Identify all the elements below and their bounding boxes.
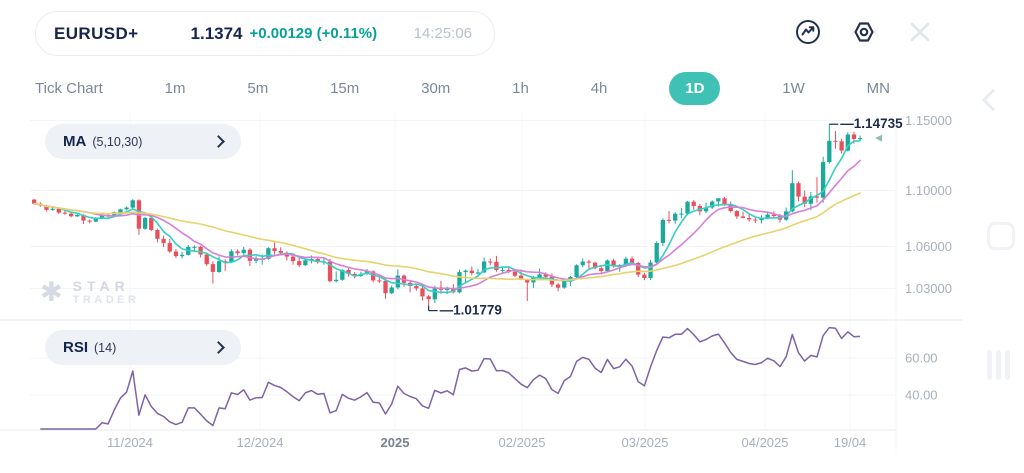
- broker-watermark: ✱ STAR TRADER: [40, 278, 139, 306]
- svg-text:40.00: 40.00: [905, 388, 938, 403]
- server-time: 14:25:06: [413, 25, 472, 42]
- svg-text:02/2025: 02/2025: [499, 435, 546, 450]
- svg-text:04/2025: 04/2025: [742, 435, 789, 450]
- tab-30m[interactable]: 30m: [421, 80, 450, 97]
- indicator-settings-icon[interactable]: [850, 18, 878, 46]
- watermark-line2: TRADER: [72, 294, 140, 306]
- close-icon[interactable]: [906, 18, 934, 46]
- rsi-params: (14): [94, 340, 117, 355]
- svg-text:1.15000: 1.15000: [905, 113, 952, 128]
- svg-text:1.03000: 1.03000: [905, 281, 952, 296]
- watermark-line1: STAR: [72, 278, 130, 294]
- svg-text:2025: 2025: [381, 435, 410, 450]
- chevron-right-icon: [212, 135, 225, 148]
- ma-label: MA: [63, 133, 87, 150]
- trend-line-icon[interactable]: [794, 18, 822, 46]
- ma-indicator-button[interactable]: MA (5,10,30): [45, 124, 241, 159]
- price-change: +0.00129 (+0.11%): [249, 25, 378, 42]
- ma-params: (5,10,30): [92, 134, 143, 149]
- last-price: 1.1374: [190, 23, 243, 43]
- svg-text:1.10000: 1.10000: [905, 183, 952, 198]
- svg-text:03/2025: 03/2025: [622, 435, 669, 450]
- symbol-name: EURUSD+: [54, 23, 139, 43]
- tab-tick-chart[interactable]: Tick Chart: [35, 80, 103, 97]
- svg-text:—1.14735: —1.14735: [840, 116, 903, 131]
- tab-1w[interactable]: 1W: [782, 80, 805, 97]
- star-logo-icon: ✱: [40, 276, 63, 307]
- chevron-right-icon: [212, 341, 225, 354]
- svg-text:1.06000: 1.06000: [905, 239, 952, 254]
- volume-bars-icon[interactable]: [987, 350, 1010, 380]
- svg-text:—1.01779: —1.01779: [440, 303, 502, 318]
- tab-4h[interactable]: 4h: [591, 80, 608, 97]
- rsi-indicator-button[interactable]: RSI (14): [45, 330, 241, 365]
- rsi-label: RSI: [63, 339, 89, 356]
- timeframe-tabs: Tick Chart 1m 5m 15m 30m 1h 4h 1D 1W MN: [35, 68, 890, 108]
- tab-15m[interactable]: 15m: [330, 80, 359, 97]
- svg-text:11/2024: 11/2024: [107, 435, 153, 450]
- tab-1m[interactable]: 1m: [165, 80, 186, 97]
- tab-mn[interactable]: MN: [867, 80, 890, 97]
- svg-text:19/04: 19/04: [834, 435, 867, 450]
- tab-1d-active[interactable]: 1D: [669, 71, 721, 105]
- symbol-header-pill[interactable]: EURUSD+ 1.1374 +0.00129 (+0.11%) 14:25:0…: [35, 11, 495, 56]
- tab-1h[interactable]: 1h: [512, 80, 529, 97]
- tab-5m[interactable]: 5m: [247, 80, 268, 97]
- shapes-tool-icon[interactable]: [987, 222, 1015, 250]
- svg-text:12/2024: 12/2024: [237, 435, 284, 450]
- svg-text:60.00: 60.00: [905, 351, 938, 366]
